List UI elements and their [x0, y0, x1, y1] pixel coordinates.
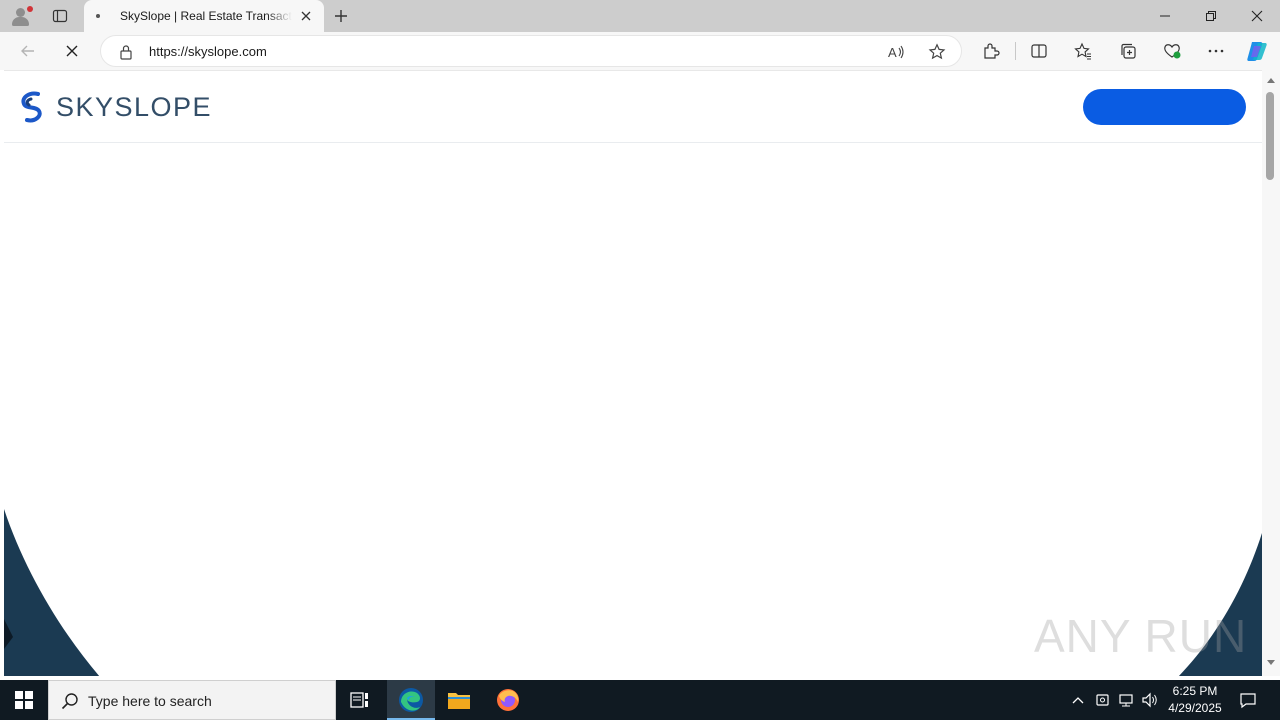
taskbar-firefox-icon[interactable]	[484, 680, 532, 720]
task-view-button[interactable]	[336, 680, 384, 720]
meet-now-icon[interactable]	[1093, 690, 1113, 710]
browser-tab-active[interactable]: SkySlope | Real Estate Transaction	[84, 0, 324, 32]
start-button[interactable]	[0, 680, 48, 720]
browser-toolbar: https://skyslope.com A	[0, 32, 1280, 70]
favorites-icon[interactable]	[1071, 39, 1095, 63]
read-aloud-icon[interactable]: A	[887, 42, 907, 62]
anyrun-watermark: ANY RUN	[1034, 610, 1248, 662]
volume-icon[interactable]	[1140, 690, 1160, 710]
back-button[interactable]	[14, 37, 42, 65]
header-cta-button[interactable]	[1083, 89, 1246, 125]
tab-actions-icon[interactable]	[48, 4, 72, 28]
windows-logo-icon	[15, 691, 33, 709]
search-placeholder: Type here to search	[88, 693, 212, 709]
clock-time: 6:25 PM	[1172, 684, 1218, 698]
toolbar-divider	[1015, 42, 1016, 60]
skyslope-logo[interactable]: SKYSLOPE	[18, 91, 212, 123]
scrollbar-thumb[interactable]	[1266, 92, 1274, 180]
notifications-icon[interactable]	[1236, 688, 1260, 712]
url-text[interactable]: https://skyslope.com	[149, 44, 267, 59]
taskbar-clock[interactable]: 6:25 PM 4/29/2025	[1160, 683, 1230, 717]
browser-essentials-icon[interactable]	[1160, 39, 1184, 63]
logo-wordmark: SKYSLOPE	[56, 91, 213, 122]
favorite-star-icon[interactable]	[927, 42, 947, 62]
stop-loading-button[interactable]	[58, 37, 86, 65]
tab-title: SkySlope | Real Estate Transaction	[120, 9, 292, 23]
split-screen-icon[interactable]	[1027, 39, 1051, 63]
decorative-curve-left	[4, 509, 100, 676]
clock-date: 4/29/2025	[1168, 701, 1222, 715]
collections-icon[interactable]	[1116, 39, 1140, 63]
vertical-scrollbar[interactable]	[1262, 70, 1280, 676]
loading-favicon-icon	[96, 14, 100, 18]
address-bar[interactable]: https://skyslope.com A	[100, 35, 962, 67]
show-hidden-icons-chevron-icon[interactable]	[1068, 690, 1088, 710]
search-icon	[61, 692, 79, 715]
site-header: SKYSLOPE	[4, 71, 1262, 143]
tab-close-icon[interactable]	[298, 8, 314, 24]
profile-avatar-icon[interactable]	[8, 4, 34, 28]
scroll-up-arrow-icon[interactable]	[1267, 78, 1275, 83]
lock-icon[interactable]	[119, 44, 133, 65]
extensions-icon[interactable]	[979, 39, 1003, 63]
browser-tab-strip: SkySlope | Real Estate Transaction	[0, 0, 1280, 32]
close-window-button[interactable]	[1234, 0, 1280, 32]
skyslope-logo-icon	[21, 91, 42, 123]
taskbar-file-explorer-icon[interactable]	[435, 680, 483, 720]
taskbar-edge-icon[interactable]	[387, 680, 435, 720]
scroll-down-arrow-icon[interactable]	[1267, 660, 1275, 665]
page-viewport[interactable]: SKYSLOPE ANY RUN	[4, 70, 1262, 676]
svg-text:A: A	[888, 45, 897, 60]
new-tab-button[interactable]	[330, 4, 352, 28]
network-icon[interactable]	[1116, 690, 1136, 710]
windows-taskbar: Type here to search 6:25 PM 4/29/2025	[0, 680, 1280, 720]
restore-button[interactable]	[1188, 0, 1234, 32]
taskbar-search-box[interactable]: Type here to search	[48, 680, 336, 720]
settings-more-icon[interactable]	[1204, 39, 1228, 63]
minimize-button[interactable]	[1142, 0, 1188, 32]
copilot-icon[interactable]	[1245, 39, 1269, 63]
